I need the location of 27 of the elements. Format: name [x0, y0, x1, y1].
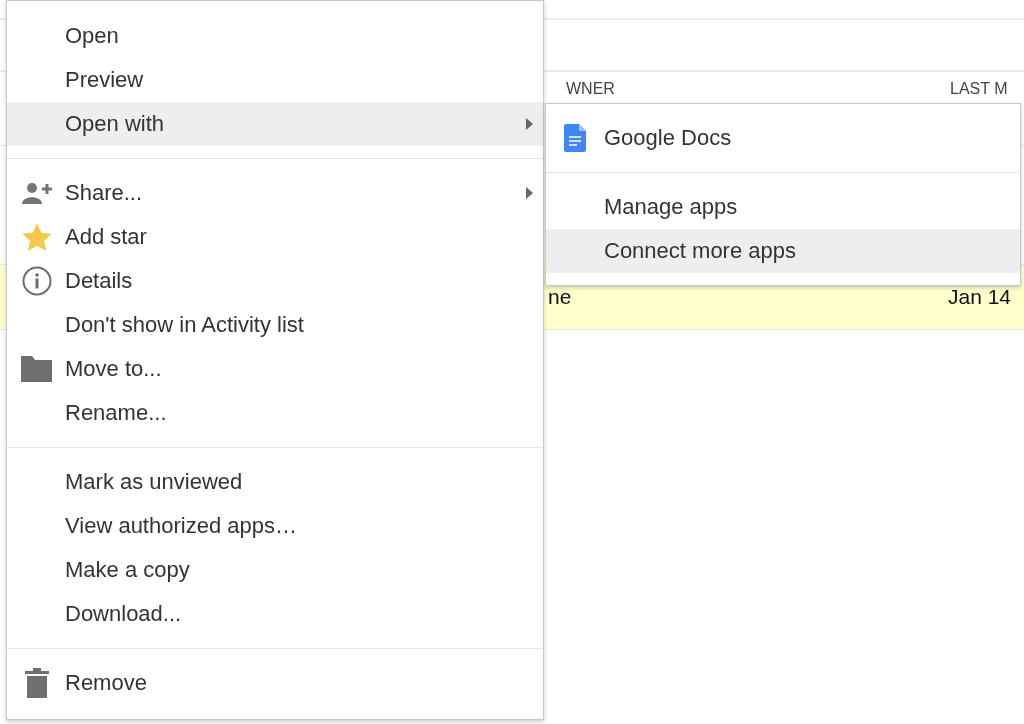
add-person-icon: [21, 182, 52, 204]
menu-item[interactable]: Details: [7, 259, 543, 303]
document-icon: [564, 124, 586, 152]
menu-item[interactable]: Make a copy: [7, 548, 543, 592]
info-icon: [21, 266, 52, 296]
menu-item[interactable]: Open: [7, 14, 543, 58]
folder-icon: [21, 356, 52, 382]
menu-item[interactable]: Google Docs: [546, 116, 1020, 160]
menu-item[interactable]: Rename...: [7, 391, 543, 435]
menu-item[interactable]: Add star: [7, 215, 543, 259]
column-header: LAST M: [950, 80, 1008, 98]
menu-item[interactable]: Open with: [7, 102, 543, 146]
menu-item[interactable]: Download...: [7, 592, 543, 636]
menu-item[interactable]: Connect more apps: [546, 229, 1020, 273]
menu-item[interactable]: Mark as unviewed: [7, 460, 543, 504]
table-cell: Jan 14: [948, 285, 1012, 309]
star-icon: [21, 222, 52, 252]
menu-item[interactable]: Don't show in Activity list: [7, 303, 543, 347]
column-header: WNER: [566, 80, 615, 98]
menu-item[interactable]: Share...: [7, 171, 543, 215]
menu-item[interactable]: Remove: [7, 661, 543, 705]
menu-item[interactable]: Manage apps: [546, 185, 1020, 229]
menu-item[interactable]: Move to...: [7, 347, 543, 391]
table-cell: ne: [548, 285, 572, 309]
menu-item[interactable]: View authorized apps…: [7, 504, 543, 548]
menu-item[interactable]: Preview: [7, 58, 543, 102]
trash-icon: [24, 668, 49, 698]
